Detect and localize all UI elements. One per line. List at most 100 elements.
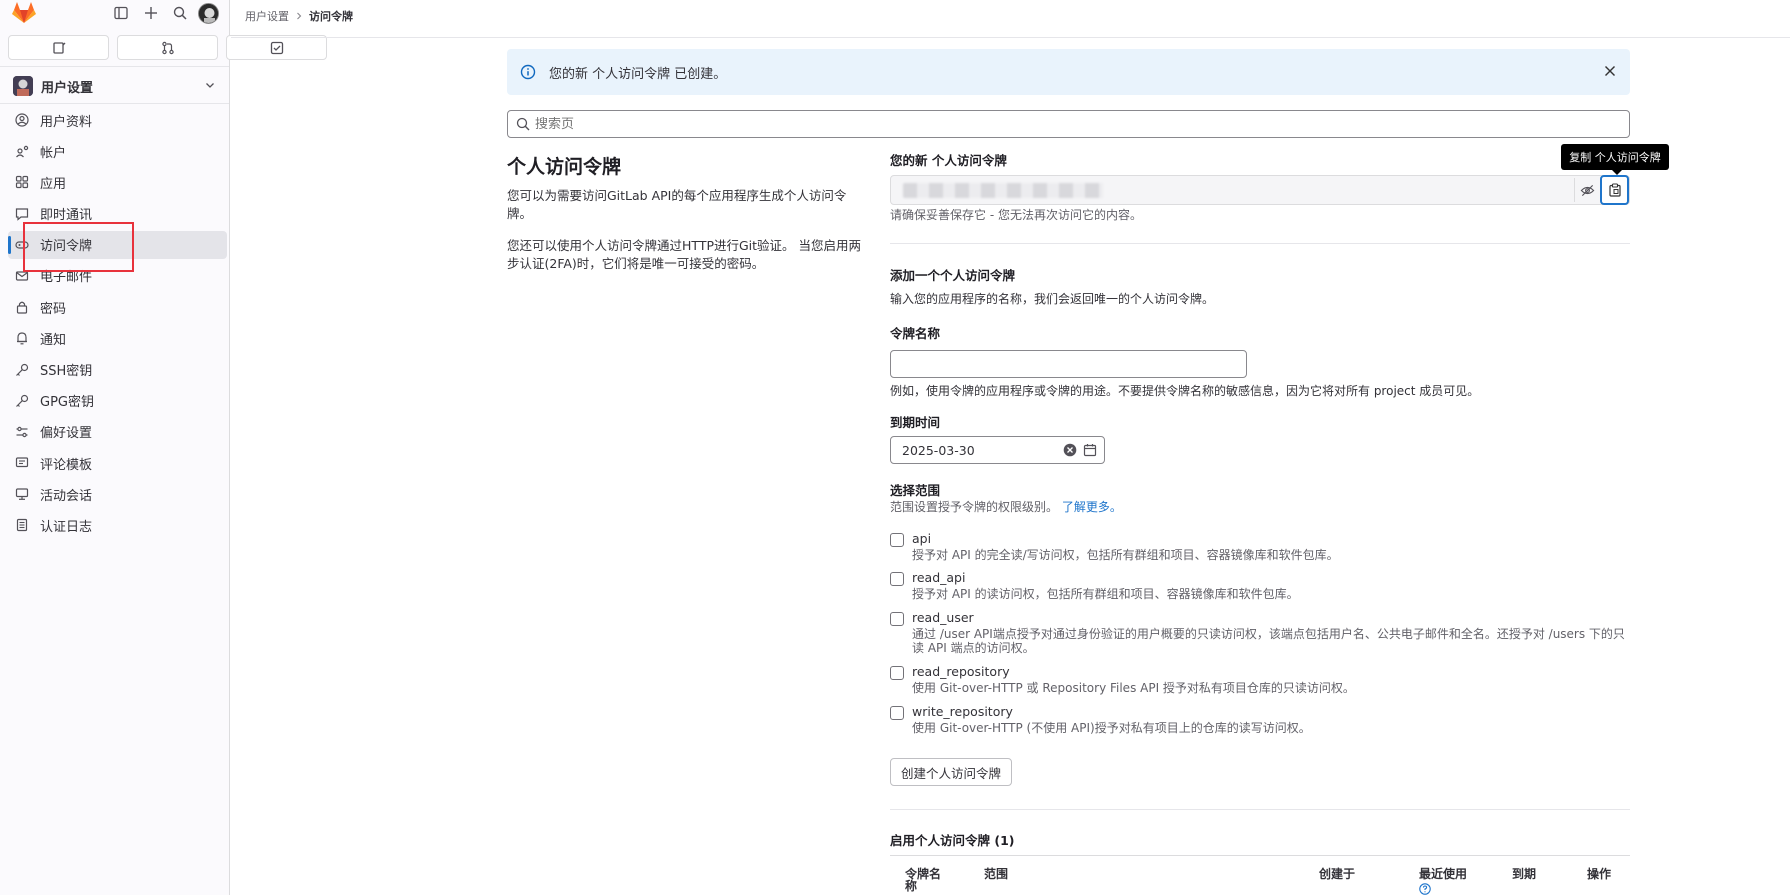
search-icon[interactable] (172, 5, 188, 21)
question-icon[interactable] (1419, 883, 1431, 895)
sidebar-toggle-icon[interactable] (113, 5, 129, 21)
section-divider (890, 809, 1630, 810)
sidebar-item-emails[interactable]: 电子邮件 (8, 262, 227, 290)
sidebar-item-label: 密码 (40, 301, 67, 317)
lock-icon (14, 299, 30, 315)
merge-requests-tab-button[interactable] (117, 35, 218, 60)
sidebar-item-access-tokens[interactable]: 访问令牌 (8, 230, 227, 259)
breadcrumb-current[interactable]: 访问令牌 (309, 8, 353, 24)
token-name-input[interactable] (890, 350, 1247, 378)
table-header-last-used: 最近使用 (1419, 868, 1467, 895)
scope-name: read_user (912, 610, 974, 625)
info-icon (520, 64, 536, 80)
table-header-last-used-label[interactable]: 最近使用 (1419, 867, 1467, 881)
sidebar-item-account[interactable]: 帐户 (8, 137, 227, 165)
clear-icon[interactable] (1063, 443, 1077, 457)
chevron-down-icon (206, 83, 214, 88)
table-header-name[interactable]: 令牌名称 (905, 868, 950, 892)
sidebar-item-label: 评论模板 (40, 457, 93, 473)
sidebar-item-label: 帐户 (40, 145, 67, 161)
context-avatar (13, 76, 33, 96)
scope-api-checkbox[interactable] (890, 533, 904, 547)
chat-icon (14, 206, 30, 222)
key-icon (14, 393, 30, 409)
breadcrumb: 用户设置 访问令牌 (245, 8, 353, 24)
intro-section: 个人访问令牌 您可以为需要访问GitLab API的每个应用程序生成个人访问令牌… (507, 152, 867, 287)
token-name-label: 令牌名称 (890, 326, 941, 341)
scope-write-repository-checkbox[interactable] (890, 706, 904, 720)
todos-tab-button[interactable] (226, 35, 327, 60)
section-divider (890, 243, 1630, 244)
table-header-expires[interactable]: 到期 (1512, 868, 1536, 880)
notifications-icon (14, 330, 30, 346)
preferences-icon (14, 424, 30, 440)
context-switcher[interactable]: 用户设置 (8, 71, 222, 101)
search-input[interactable] (535, 116, 1629, 132)
close-icon[interactable] (1602, 63, 1618, 79)
sidebar-item-auth-log[interactable]: 认证日志 (8, 511, 227, 539)
expiry-label: 到期时间 (890, 415, 941, 430)
learn-more-link[interactable]: 了解更多。 (1062, 500, 1122, 514)
sidebar-item-applications[interactable]: 应用 (8, 168, 227, 196)
expiry-date-value: 2025-03-30 (902, 442, 975, 458)
calendar-icon[interactable] (1083, 443, 1097, 457)
gitlab-logo-icon[interactable] (11, 1, 37, 25)
page-title: 个人访问令牌 (507, 156, 622, 178)
sidebar-item-label: GPG密钥 (40, 395, 94, 411)
intro-paragraph-1: 您可以为需要访问GitLab API的每个应用程序生成个人访问令牌。 (507, 188, 847, 221)
alert-message: 您的新 个人访问令牌 已创建。 (549, 66, 727, 82)
scope-name: read_repository (912, 664, 1010, 679)
sidebar-item-label: 应用 (40, 176, 67, 192)
sessions-icon (14, 486, 30, 502)
clipboard-icon (1608, 183, 1621, 197)
scope-description: 授予对 API 的读访问权，包括所有群组和项目、容器镜像库和软件包库。 (912, 587, 1299, 601)
scope-description: 使用 Git-over-HTTP 或 Repository Files API … (912, 681, 1355, 695)
sidebar-item-label: 认证日志 (40, 519, 93, 535)
applications-icon (14, 174, 30, 190)
add-token-title: 添加一个个人访问令牌 (890, 268, 1016, 283)
issues-tab-button[interactable] (8, 35, 109, 60)
sidebar-item-gpg-keys[interactable]: GPG密钥 (8, 387, 227, 415)
context-title: 用户设置 (41, 80, 94, 96)
table-header-actions: 操作 (1587, 867, 1612, 881)
eye-slash-icon (1580, 184, 1595, 196)
toggle-visibility-button[interactable] (1574, 178, 1600, 202)
new-token-hint: 请确保妥善保存它 - 您无法再次访问它的内容。 (890, 208, 1142, 222)
sidebar-item-profile[interactable]: 用户资料 (8, 106, 227, 134)
sidebar-item-label: 偏好设置 (40, 426, 93, 442)
expiry-date-picker[interactable]: 2025-03-30 (890, 436, 1105, 464)
sidebar-item-label: 即时通讯 (40, 208, 93, 224)
success-alert: 您的新 个人访问令牌 已创建。 (507, 49, 1630, 95)
create-token-button[interactable]: 创建个人访问令牌 (890, 758, 1013, 786)
scope-read-api-checkbox[interactable] (890, 572, 904, 586)
scope-name: write_repository (912, 704, 1013, 719)
sidebar-item-ssh-keys[interactable]: SSH密钥 (8, 356, 227, 384)
token-name-hint: 例如，使用令牌的应用程序或令牌的用途。不要提供令牌名称的敏感信息，因为它将对所有… (890, 384, 1480, 398)
sidebar-item-preferences[interactable]: 偏好设置 (8, 418, 227, 446)
sidebar-item-password[interactable]: 密码 (8, 293, 227, 321)
plus-icon[interactable] (143, 5, 159, 21)
breadcrumb-parent-link[interactable]: 用户设置 (245, 8, 289, 24)
account-icon (14, 143, 30, 159)
scopes-hint: 范围设置授予令牌的权限级别。 (890, 500, 1059, 514)
sidebar-item-active-sessions[interactable]: 活动会话 (8, 480, 227, 508)
merge-request-icon (161, 41, 174, 54)
sidebar-item-notifications[interactable]: 通知 (8, 324, 227, 352)
scope-description: 通过 /user API端点授予对通过身份验证的用户概要的只读访问权，该端点包括… (912, 627, 1625, 655)
scope-name: read_api (912, 570, 966, 585)
scope-read-repository-checkbox[interactable] (890, 666, 904, 680)
sidebar-divider (0, 66, 229, 67)
log-icon (14, 517, 30, 533)
issues-icon (52, 41, 65, 54)
copy-token-button[interactable] (1600, 175, 1629, 205)
new-token-label: 您的新 个人访问令牌 (890, 153, 1007, 168)
new-token-field (890, 175, 1630, 205)
table-header-created[interactable]: 创建于 (1319, 868, 1355, 880)
sidebar-item-comment-templates[interactable]: 评论模板 (8, 449, 227, 477)
sidebar-item-chat[interactable]: 即时通讯 (8, 200, 227, 228)
user-avatar[interactable] (198, 3, 219, 24)
mail-icon (14, 268, 30, 284)
scope-name: api (912, 531, 932, 546)
scopes-hint-row: 范围设置授予令牌的权限级别。 了解更多。 (890, 498, 1122, 515)
scope-read-user-checkbox[interactable] (890, 612, 904, 626)
